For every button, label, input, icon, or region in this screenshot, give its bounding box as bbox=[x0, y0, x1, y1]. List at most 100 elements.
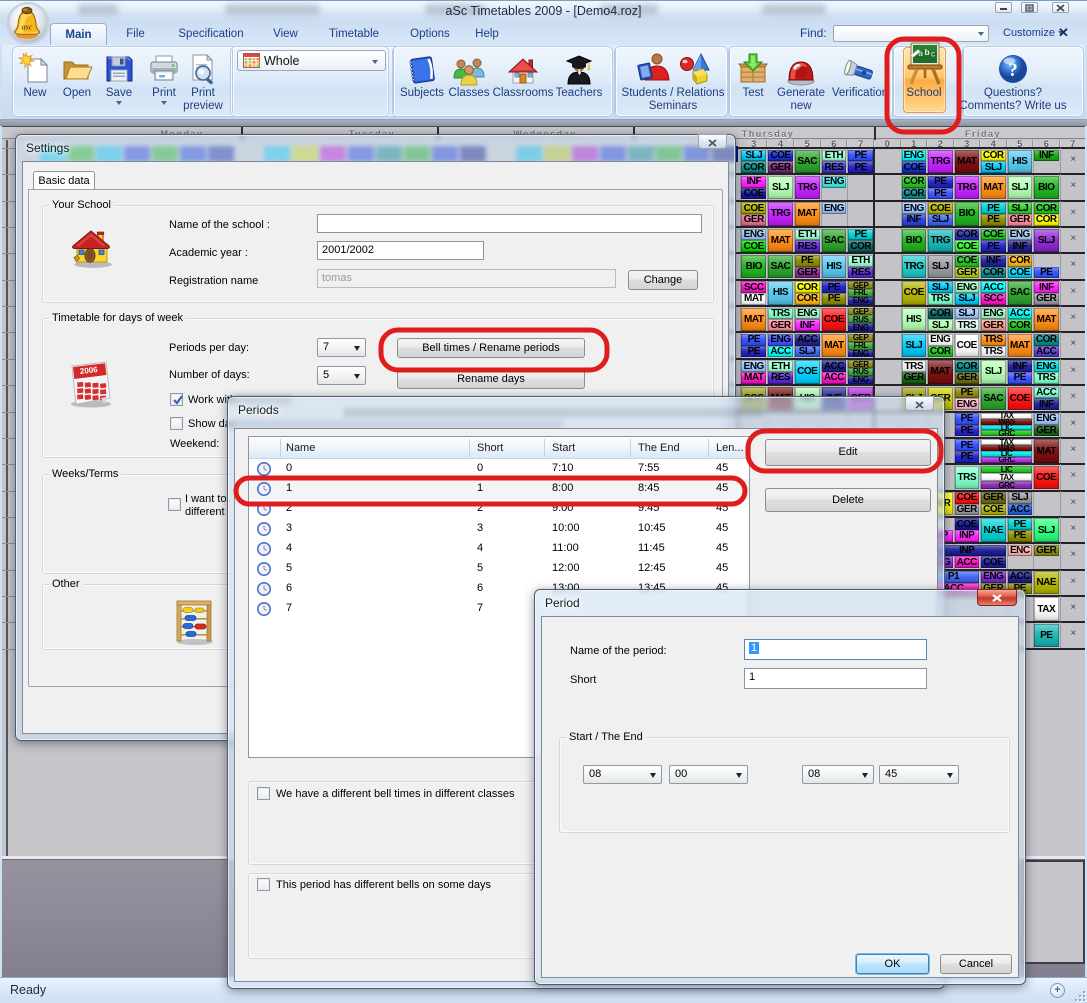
timetable-cell[interactable]: PEPE bbox=[741, 334, 766, 357]
timetable-cell[interactable]: MAT bbox=[955, 150, 980, 173]
column-header-len-[interactable]: Len... bbox=[716, 442, 744, 454]
timetable-cell[interactable]: COEPE bbox=[981, 229, 1006, 252]
timetable-cell[interactable]: MAT bbox=[822, 334, 847, 357]
timetable-cell[interactable]: ENGSLJ bbox=[955, 281, 980, 304]
end-hour-combo[interactable]: 08 bbox=[802, 765, 874, 784]
timetable-cell[interactable]: SAC bbox=[768, 255, 793, 278]
timetable-cell[interactable]: COE bbox=[1034, 466, 1059, 489]
weeks-checkbox[interactable] bbox=[168, 498, 181, 511]
timetable-cell[interactable]: COE bbox=[1008, 387, 1033, 410]
timetable-cell[interactable]: TAXWASLICGRC bbox=[981, 413, 1032, 436]
timetable-cell[interactable]: ETHRES bbox=[822, 150, 847, 173]
timetable-cell[interactable]: SLJTRS bbox=[955, 308, 980, 331]
timetable-cell[interactable]: TRG bbox=[928, 150, 953, 173]
tab-view[interactable]: View bbox=[259, 23, 312, 45]
timetable-cell[interactable]: PEPE bbox=[928, 176, 953, 199]
timetable-cell[interactable]: ENGMAT bbox=[741, 360, 766, 383]
timetable-cell[interactable]: COE bbox=[902, 281, 927, 304]
timetable-cell[interactable]: NAE bbox=[981, 518, 1006, 541]
edit-button[interactable]: Edit bbox=[765, 439, 931, 466]
timetable-cell[interactable]: BIO bbox=[1034, 176, 1059, 199]
timetable-cell[interactable]: MAT bbox=[768, 229, 793, 252]
timetable-cell[interactable]: INFGER bbox=[1034, 281, 1059, 304]
period-row-4[interactable]: 4411:0011:4545 bbox=[249, 539, 749, 559]
timetable-cell[interactable]: HIS bbox=[1008, 150, 1033, 173]
period-name-field[interactable]: 1 bbox=[744, 639, 927, 660]
tab-options[interactable]: Options bbox=[396, 23, 464, 45]
change-button[interactable]: Change bbox=[628, 270, 698, 290]
tab-help[interactable]: Help bbox=[464, 23, 510, 45]
timetable-cell[interactable]: CORACC bbox=[1034, 334, 1059, 357]
end-minute-combo[interactable]: 45 bbox=[879, 765, 959, 784]
timetable-cell[interactable]: PECOR bbox=[848, 229, 873, 252]
timetable-cell[interactable]: MAT bbox=[1034, 439, 1059, 462]
timetable-cell[interactable]: ENG bbox=[822, 176, 847, 199]
timetable-cell[interactable]: TAXWASLICGRC bbox=[981, 439, 1032, 462]
timetable-cell[interactable]: PEPE bbox=[955, 413, 980, 436]
timetable-cell[interactable]: ACCACC bbox=[822, 360, 847, 383]
maximize-button-icon[interactable] bbox=[1021, 2, 1038, 13]
period-row-0[interactable]: 007:107:5545 bbox=[249, 459, 749, 479]
work-with-checkbox[interactable] bbox=[170, 393, 183, 406]
periods-close-icon[interactable] bbox=[905, 396, 934, 411]
timetable-cell[interactable]: SLJ bbox=[928, 255, 953, 278]
timetable-cell[interactable]: COE bbox=[955, 334, 980, 357]
timetable-cell[interactable]: SLJACC bbox=[1008, 492, 1033, 515]
start-hour-combo[interactable]: 08 bbox=[583, 765, 662, 784]
customize-button[interactable]: Customize bbox=[1003, 27, 1064, 39]
academic-year-field[interactable]: 2001/2002 bbox=[317, 241, 484, 260]
application-logo-bell-icon[interactable]: asc bbox=[9, 4, 47, 42]
period-row-3[interactable]: 3310:0010:4545 bbox=[249, 519, 749, 539]
period-row-2[interactable]: 229:009:4545 bbox=[249, 499, 749, 519]
timetable-cell[interactable]: BIO bbox=[902, 229, 927, 252]
timetable-cell[interactable]: MAT bbox=[1008, 334, 1033, 357]
timetable-cell[interactable]: COEGER bbox=[955, 255, 980, 278]
tab-timetable[interactable]: Timetable bbox=[312, 23, 396, 45]
find-input[interactable] bbox=[833, 25, 989, 42]
toolbar-close-icon[interactable]: ✕ bbox=[1058, 25, 1069, 41]
timetable-cell[interactable]: CORCOE bbox=[1008, 255, 1033, 278]
timetable-cell[interactable]: SLJ bbox=[1034, 518, 1059, 541]
timetable-cell[interactable]: ENC bbox=[1008, 545, 1033, 568]
period-close-icon[interactable] bbox=[977, 589, 1017, 606]
school-name-field[interactable] bbox=[317, 214, 702, 233]
timetable-cell[interactable]: TRG bbox=[955, 176, 980, 199]
timetable-cell[interactable]: ENG bbox=[822, 202, 847, 225]
timetable-cell[interactable]: HIS bbox=[822, 255, 847, 278]
timetable-cell[interactable]: ACC bbox=[955, 556, 980, 568]
timetable-cell[interactable]: SAC bbox=[1008, 281, 1033, 304]
timetable-cell[interactable]: GER bbox=[1034, 545, 1059, 568]
timetable-cell[interactable]: SLJCOR bbox=[741, 150, 766, 173]
timetable-cell[interactable]: SAC bbox=[795, 150, 820, 173]
timetable-cell[interactable]: ENGGER bbox=[1034, 413, 1059, 436]
show-day-checkbox[interactable] bbox=[170, 417, 183, 430]
periods-per-day-combo[interactable]: 7 bbox=[317, 338, 366, 357]
timetable-cell[interactable]: INFCOE bbox=[741, 176, 766, 199]
timetable-cell[interactable]: CORCOE bbox=[955, 229, 980, 252]
timetable-cell[interactable]: CORGER bbox=[955, 360, 980, 383]
timetable-cell[interactable]: MAT bbox=[1034, 308, 1059, 331]
timetable-cell[interactable]: COEGER bbox=[955, 492, 980, 515]
timetable-cell[interactable]: MAT bbox=[928, 360, 953, 383]
column-header-name[interactable]: Name bbox=[286, 442, 315, 454]
timetable-cell[interactable]: TRG bbox=[768, 202, 793, 225]
timetable-cell[interactable]: CORCOR bbox=[902, 176, 927, 199]
timetable-cell[interactable]: SLJ bbox=[1008, 176, 1033, 199]
questions?-button[interactable]: ? Questions?Comments? Write us bbox=[943, 45, 1083, 115]
timetable-cell[interactable]: COEINP bbox=[955, 518, 980, 541]
timetable-cell[interactable]: PEENG bbox=[955, 387, 980, 410]
timetable-cell[interactable]: TRS bbox=[955, 466, 980, 489]
timetable-cell[interactable]: ENGCOR bbox=[928, 334, 953, 357]
timetable-cell[interactable]: TRG bbox=[928, 229, 953, 252]
timetable-cell[interactable]: SAC bbox=[822, 229, 847, 252]
timetable-cell[interactable]: INFPE bbox=[1008, 360, 1033, 383]
find-dropdown-icon[interactable] bbox=[978, 32, 984, 36]
timetable-cell[interactable]: ACCINF bbox=[1034, 387, 1059, 410]
timetable-cell[interactable]: PE bbox=[1034, 624, 1059, 647]
timetable-cell[interactable]: TRG bbox=[795, 176, 820, 199]
timetable-cell[interactable]: SLJTRS bbox=[928, 281, 953, 304]
timetable-cell[interactable]: ENGCOE bbox=[902, 150, 927, 173]
different-bells-classes-checkbox[interactable] bbox=[257, 787, 270, 800]
timetable-cell[interactable]: ENGINF bbox=[1008, 229, 1033, 252]
timetable-cell[interactable]: ACCSLJ bbox=[795, 334, 820, 357]
